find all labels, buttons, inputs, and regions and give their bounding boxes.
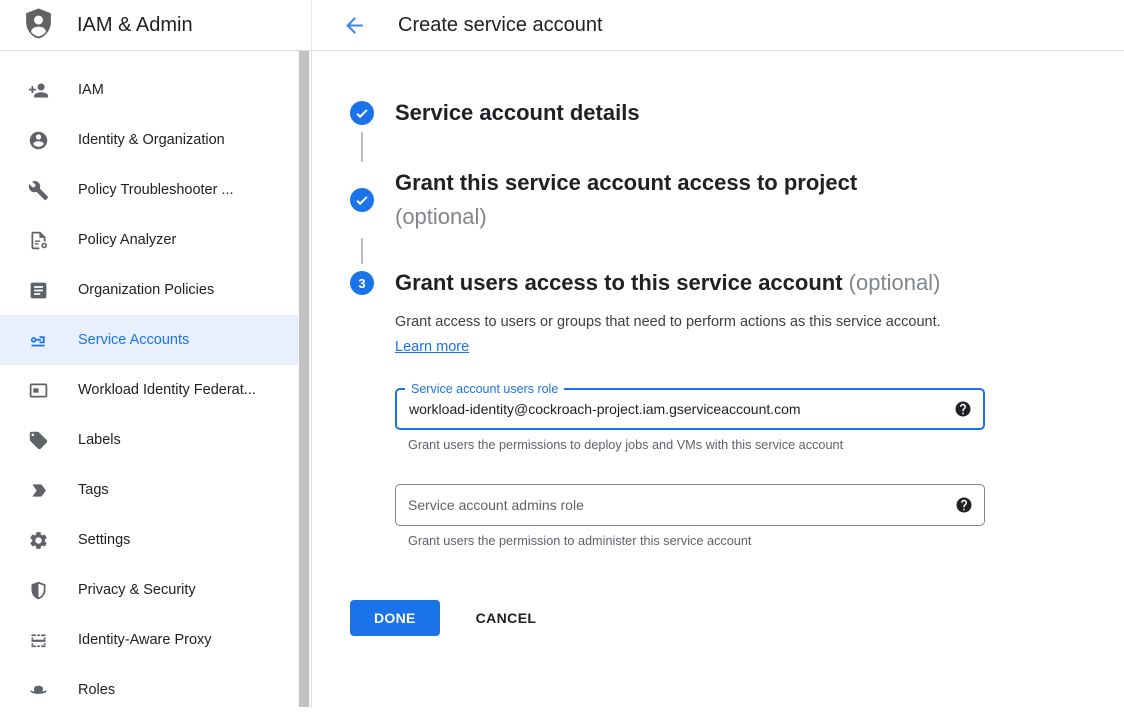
proxy-gateway-icon: [28, 629, 50, 651]
sidebar-item-roles[interactable]: Roles: [0, 665, 299, 715]
sidebar-item-label: Identity-Aware Proxy: [78, 632, 212, 648]
sidebar-item-label: Identity & Organization: [78, 132, 225, 148]
page-title: Create service account: [398, 14, 603, 37]
sidebar-item-tags[interactable]: Tags: [0, 465, 299, 515]
step-3-optional: (optional): [849, 270, 941, 295]
learn-more-link[interactable]: Learn more: [395, 339, 469, 355]
tag-arrow-icon: [28, 479, 50, 501]
sidebar-item-label: Service Accounts: [78, 332, 189, 348]
step-3-description: Grant access to users or groups that nee…: [395, 310, 951, 360]
step-1-indicator: [350, 101, 374, 125]
users-role-help-button[interactable]: [954, 400, 972, 418]
sidebar-item-label: Policy Analyzer: [78, 232, 176, 248]
sidebar-item-label: Labels: [78, 432, 121, 448]
sidebar-item-policy-analyzer[interactable]: Policy Analyzer: [0, 215, 299, 265]
service-account-key-icon: [28, 329, 50, 351]
users-role-input[interactable]: [397, 390, 983, 428]
step-3-indicator: 3: [350, 271, 374, 295]
account-circle-icon: [28, 129, 50, 151]
create-service-account-stepper: Service account details Grant this servi…: [312, 51, 1124, 636]
service-account-admins-role-field: [395, 484, 985, 526]
check-circle-icon: [350, 188, 374, 212]
step-connector: [361, 132, 363, 162]
document-gear-icon: [28, 229, 50, 251]
users-role-helper-text: Grant users the permissions to deploy jo…: [408, 438, 1124, 452]
iam-shield-person-icon: [22, 7, 55, 43]
sidebar-item-settings[interactable]: Settings: [0, 515, 299, 565]
step-1-title: Service account details: [395, 100, 640, 125]
step-2-optional: (optional): [395, 200, 857, 234]
step-number-badge: 3: [350, 271, 374, 295]
sidebar: IAM Identity & Organization Policy Troub…: [0, 51, 312, 707]
hat-icon: [28, 679, 50, 701]
product-header: IAM & Admin: [0, 0, 312, 50]
admins-role-input[interactable]: [396, 485, 984, 525]
top-header: IAM & Admin Create service account: [0, 0, 1124, 51]
sidebar-item-label: Settings: [78, 532, 130, 548]
sidebar-item-label: IAM: [78, 82, 104, 98]
shield-icon: [28, 579, 50, 601]
sidebar-item-label: Workload Identity Federat...: [78, 382, 256, 398]
check-circle-icon: [350, 101, 374, 125]
sidebar-item-privacy-security[interactable]: Privacy & Security: [0, 565, 299, 615]
admins-role-help-button[interactable]: [955, 496, 973, 514]
admins-role-helper-text: Grant users the permission to administer…: [408, 534, 1124, 548]
label-tag-icon: [28, 429, 50, 451]
done-button[interactable]: DONE: [350, 600, 440, 636]
step-2: Grant this service account access to pro…: [350, 166, 1124, 234]
step-connector: [361, 238, 363, 264]
sidebar-item-workload-identity-federation[interactable]: Workload Identity Federat...: [0, 365, 299, 415]
sidebar-item-policy-troubleshooter[interactable]: Policy Troubleshooter ...: [0, 165, 299, 215]
step-2-indicator: [350, 188, 374, 212]
sidebar-item-service-accounts[interactable]: Service Accounts: [0, 315, 299, 365]
sidebar-item-label: Policy Troubleshooter ...: [78, 182, 234, 198]
sidebar-item-label: Organization Policies: [78, 282, 214, 298]
sidebar-item-identity-organization[interactable]: Identity & Organization: [0, 115, 299, 165]
step-3-title: Grant users access to this service accou…: [395, 270, 940, 295]
sidebar-item-identity-aware-proxy[interactable]: Identity-Aware Proxy: [0, 615, 299, 665]
arrow-back-icon: [342, 13, 367, 38]
sidebar-item-label: Privacy & Security: [78, 582, 196, 598]
product-title: IAM & Admin: [77, 14, 193, 37]
back-button[interactable]: [341, 12, 367, 38]
step-3: 3 Grant users access to this service acc…: [350, 268, 1124, 298]
main-content: Service account details Grant this servi…: [312, 51, 1124, 707]
sidebar-scrollbar[interactable]: [298, 51, 310, 707]
cancel-button[interactable]: CANCEL: [476, 610, 537, 626]
sidebar-item-iam[interactable]: IAM: [0, 65, 299, 115]
help-circle-icon: [954, 400, 972, 418]
person-add-icon: [28, 79, 50, 101]
service-account-users-role-field: Service account users role: [395, 388, 985, 430]
sidebar-item-label: Tags: [78, 482, 109, 498]
step-2-title: Grant this service account access to pro…: [395, 166, 857, 200]
sidebar-item-labels[interactable]: Labels: [0, 415, 299, 465]
step-1: Service account details: [350, 98, 1124, 128]
card-icon: [28, 379, 50, 401]
step-3-content: Grant access to users or groups that nee…: [395, 310, 1124, 548]
help-circle-icon: [955, 496, 973, 514]
wrench-icon: [28, 179, 50, 201]
gear-icon: [28, 529, 50, 551]
sidebar-item-label: Roles: [78, 682, 115, 698]
sidebar-item-organization-policies[interactable]: Organization Policies: [0, 265, 299, 315]
page-header: Create service account: [312, 0, 603, 50]
article-icon: [28, 279, 50, 301]
sidebar-scrollbar-thumb[interactable]: [299, 51, 309, 707]
form-actions: DONE CANCEL: [350, 600, 1124, 636]
